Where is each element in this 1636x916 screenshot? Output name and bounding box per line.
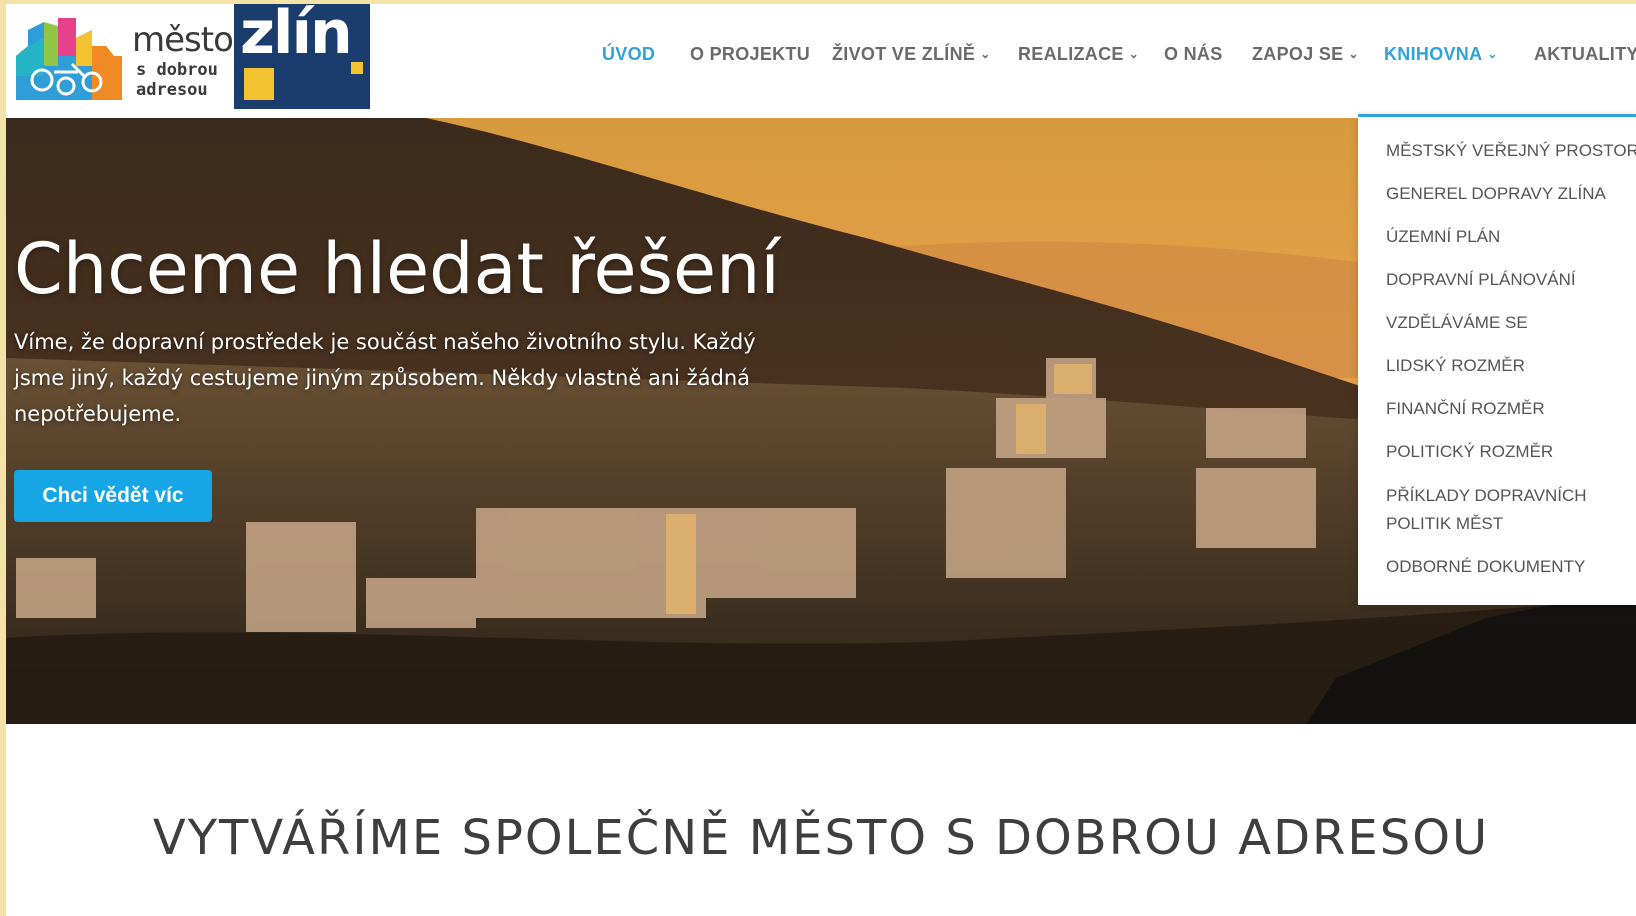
hero-text: Víme, že dopravní prostředek je součást …: [14, 330, 756, 426]
chci-vedet-vic-button[interactable]: Chci vědět víc: [14, 470, 212, 522]
dropdown-item-vzdelavame-se[interactable]: VZDĚLÁVÁME SE: [1386, 309, 1528, 337]
mesto-logo[interactable]: město s dobrou adresou: [14, 10, 234, 100]
nav-label: ŽIVOT VE ZLÍNĚ: [832, 44, 976, 64]
dropdown-item-uzemni-plan[interactable]: ÚZEMNÍ PLÁN: [1386, 223, 1500, 251]
dropdown-item-odborne-dokumenty[interactable]: ODBORNÉ DOKUMENTY: [1386, 553, 1585, 581]
chevron-down-icon: ⌄: [1487, 47, 1498, 61]
nav-item-uvod[interactable]: ÚVOD: [602, 44, 655, 65]
nav-item-realizace[interactable]: REALIZACE ⌄: [1018, 44, 1139, 65]
city-skyline-logo-icon: [16, 18, 122, 100]
section-title: VYTVÁŘÍME SPOLEČNĚ MĚSTO S DOBROU ADRESO…: [152, 810, 1490, 866]
site-header: město s dobrou adresou zlín ÚVOD O PROJE…: [6, 4, 1636, 118]
dropdown-item-generel-dopravy-zlina[interactable]: GENEREL DOPRAVY ZLÍNA: [1386, 180, 1606, 208]
nav-item-zapoj-se[interactable]: ZAPOJ SE ⌄: [1252, 44, 1359, 65]
nav-label: AKTUALITY: [1534, 44, 1636, 64]
knihovna-dropdown-menu: MĚSTSKÝ VEŘEJNÝ PROSTOR GENEREL DOPRAVY …: [1358, 114, 1636, 605]
nav-item-zivot-ve-zline[interactable]: ŽIVOT VE ZLÍNĚ ⌄: [832, 44, 991, 65]
nav-item-aktuality[interactable]: AKTUALITY: [1534, 44, 1636, 65]
dropdown-item-financni-rozmer[interactable]: FINANČNÍ ROZMĚR: [1386, 395, 1545, 423]
chevron-down-icon: ⌄: [1128, 47, 1140, 61]
dropdown-item-dopravni-planovani[interactable]: DOPRAVNÍ PLÁNOVÁNÍ: [1386, 266, 1576, 294]
chevron-down-icon: ⌄: [1348, 47, 1359, 61]
dropdown-item-politicky-rozmer[interactable]: POLITICKÝ ROZMĚR: [1386, 438, 1553, 466]
zlin-logo-text: zlín: [240, 4, 353, 68]
zlin-logo-square: [244, 68, 274, 100]
dropdown-item-lidsky-rozmer[interactable]: LIDSKÝ ROZMĚR: [1386, 352, 1525, 380]
nav-label: ÚVOD: [602, 44, 656, 64]
page-frame: město s dobrou adresou zlín ÚVOD O PROJE…: [6, 4, 1636, 916]
nav-label: O PROJEKTU: [690, 44, 811, 64]
chevron-down-icon: ⌄: [980, 47, 991, 61]
logo-text-line3: adresou: [136, 80, 208, 100]
nav-item-knihovna[interactable]: KNIHOVNA ⌄: [1384, 44, 1498, 65]
zlin-logo-dot: [351, 62, 363, 74]
nav-label: ZAPOJ SE: [1252, 44, 1344, 64]
dropdown-item-mestsky-verejny-prostor[interactable]: MĚSTSKÝ VEŘEJNÝ PROSTOR: [1386, 137, 1636, 165]
logo-text-mesto: město: [132, 20, 234, 60]
logo-text-line2: s dobrou: [136, 60, 218, 80]
zlin-logo[interactable]: zlín: [234, 4, 370, 109]
nav-label: O NÁS: [1164, 44, 1223, 64]
dropdown-item-priklady-line2[interactable]: POLITIK MĚST: [1386, 510, 1503, 538]
dropdown-item-priklady-line1[interactable]: PŘÍKLADY DOPRAVNÍCH: [1386, 482, 1587, 510]
nav-item-o-projektu[interactable]: O PROJEKTU: [690, 44, 810, 65]
hero-title: Chceme hledat řešení: [14, 228, 780, 310]
nav-label: REALIZACE: [1018, 44, 1124, 64]
nav-item-o-nas[interactable]: O NÁS: [1164, 44, 1223, 65]
nav-label: KNIHOVNA: [1384, 44, 1483, 64]
